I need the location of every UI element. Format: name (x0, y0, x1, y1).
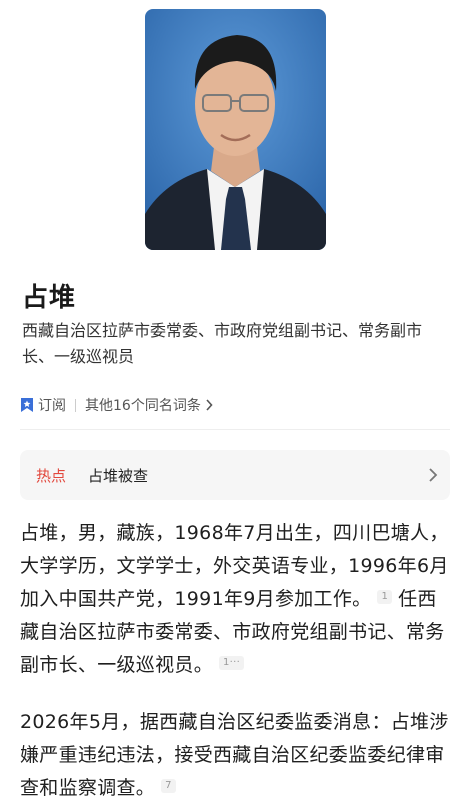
intro-paragraph: 占堆，男，藏族，1968年7月出生，四川巴塘人，大学学历，文学学士，外交英语专业… (20, 517, 452, 682)
news-text: 2026年5月，据西藏自治区纪委监委消息：占堆涉嫌严重违纪违法，接受西藏自治区纪… (20, 711, 449, 799)
citation-badge[interactable]: 1··· (219, 656, 245, 670)
hot-topic-card[interactable]: 热点 占堆被查 (20, 450, 450, 500)
hot-topic-title: 占堆被查 (88, 466, 149, 485)
portrait-image (145, 9, 326, 250)
bookmark-star-icon (21, 398, 33, 412)
news-paragraph: 2026年5月，据西藏自治区纪委监委消息：占堆涉嫌严重违纪违法，接受西藏自治区纪… (20, 706, 452, 805)
namesakes-label: 其他16个同名词条 (85, 398, 201, 414)
chevron-right-icon (429, 468, 438, 482)
subscribe-button[interactable]: 订阅 (20, 395, 66, 415)
entry-subtitle: 西藏自治区拉萨市委常委、市政府党组副书记、常务副市长、一级巡视员 (22, 321, 423, 366)
actions-separator (75, 398, 76, 412)
citation-badge[interactable]: 1 (377, 590, 393, 604)
citation-badge[interactable]: 7 (161, 779, 176, 793)
subscribe-label: 订阅 (38, 398, 66, 414)
hot-tag: 热点 (36, 466, 67, 485)
entry-title: 占堆 (22, 283, 77, 313)
section-divider (20, 429, 450, 430)
entry-actions: 订阅 其他16个同名词条 (20, 394, 213, 416)
chevron-right-icon (206, 399, 213, 411)
namesakes-link[interactable]: 其他16个同名词条 (85, 395, 213, 415)
portrait-photo[interactable] (145, 9, 326, 250)
